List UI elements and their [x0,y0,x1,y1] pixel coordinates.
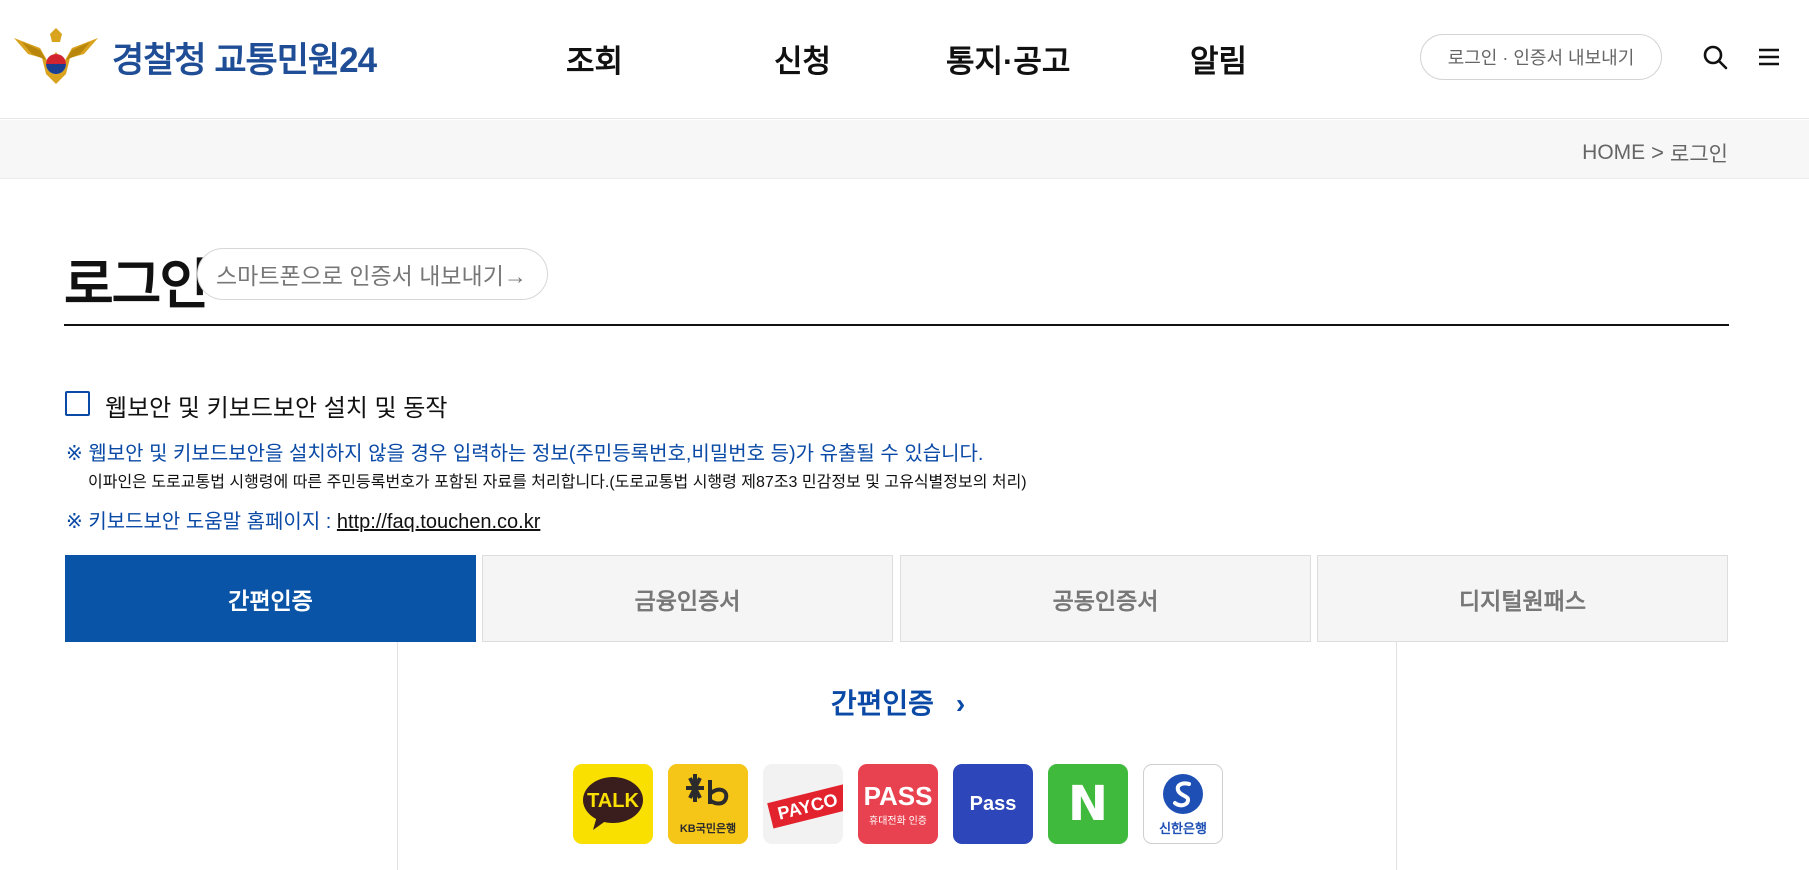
kb-bank-text: KB국민은행 [679,823,737,835]
nav-apply[interactable]: 신청 [774,36,831,81]
provider-kakao-button[interactable]: TALK [573,764,653,844]
search-icon[interactable] [1702,44,1728,70]
export-certificate-link[interactable]: 스마트폰으로 인증서 내보내기→ [197,248,548,300]
pass-text: Pass [969,792,1017,815]
keyboard-help-label: ※ 키보드보안 도움말 홈페이지 : [66,511,337,533]
nav-alerts[interactable]: 알림 [1190,36,1247,81]
breadcrumb: HOME > 로그인 [1582,138,1728,168]
simple-auth-title-text: 간편인증 [830,688,934,719]
pass-carrier-subtext: 휴대전화 인증 [869,815,927,827]
payco-logo: PAYCO [767,781,843,829]
breadcrumb-home[interactable]: HOME [1582,141,1645,165]
keyboard-help-notice: ※ 키보드보안 도움말 홈페이지 : http://faq.touchen.co… [66,505,540,534]
provider-shinhan-button[interactable]: 신한은행 [1143,764,1223,844]
tab-digital-onepass[interactable]: 디지털원패스 [1317,555,1728,642]
shinhan-logo-icon [1163,773,1203,814]
security-notice: ※ 웹보안 및 키보드보안을 설치하지 않을 경우 입력하는 정보(주민등록번호… [66,443,984,465]
simple-auth-panel: 간편인증 › TALK KB국민은행 PAYCO PASS 휴대전화 인증 Pas… [397,642,1397,870]
title-divider [64,324,1729,326]
police-emblem-icon [14,28,98,84]
breadcrumb-current: 로그인 [1670,143,1728,166]
keyboard-help-link[interactable]: http://faq.touchen.co.kr [337,511,540,533]
simple-auth-title[interactable]: 간편인증 › [398,682,1398,722]
shinhan-text: 신한은행 [1159,820,1207,836]
naver-n-icon: N [1067,776,1109,832]
security-checkbox[interactable] [65,391,90,416]
privacy-notice: 이파인은 도로교통법 시행령에 따른 주민등록번호가 포함된 자료를 처리합니다… [88,474,1027,491]
security-checkbox-label[interactable]: 웹보안 및 키보드보안 설치 및 동작 [105,388,447,423]
tab-joint-cert[interactable]: 공동인증서 [900,555,1311,642]
nav-notice[interactable]: 통지·공고 [946,36,1070,81]
provider-kb-button[interactable]: KB국민은행 [668,764,748,844]
provider-naver-button[interactable]: N [1048,764,1128,844]
provider-pass-button[interactable]: Pass [953,764,1033,844]
page-title: 로그인 [64,255,209,315]
chevron-right-icon: › [955,688,966,719]
tab-simple-auth[interactable]: 간편인증 [65,555,476,642]
kakao-talk-text: TALK [587,790,639,812]
nav-inquiry[interactable]: 조회 [566,36,623,81]
provider-pass-carrier-button[interactable]: PASS 휴대전화 인증 [858,764,938,844]
site-header: 경찰청 교통민원24 조회 신청 통지·공고 알림 로그인 · 인증서 내보내기 [0,0,1809,119]
tab-financial-cert[interactable]: 금융인증서 [482,555,893,642]
pass-carrier-text: PASS [863,780,933,811]
logo-text: 경찰청 교통민원24 [112,40,377,80]
provider-payco-button[interactable]: PAYCO [763,764,843,844]
header-login-button[interactable]: 로그인 · 인증서 내보내기 [1420,34,1662,80]
hamburger-menu-icon[interactable] [1756,44,1782,70]
site-logo[interactable]: 경찰청 교통민원24 [10,28,377,86]
breadcrumb-bar: HOME > 로그인 [0,120,1809,179]
breadcrumb-chevron-icon: > [1651,140,1665,165]
